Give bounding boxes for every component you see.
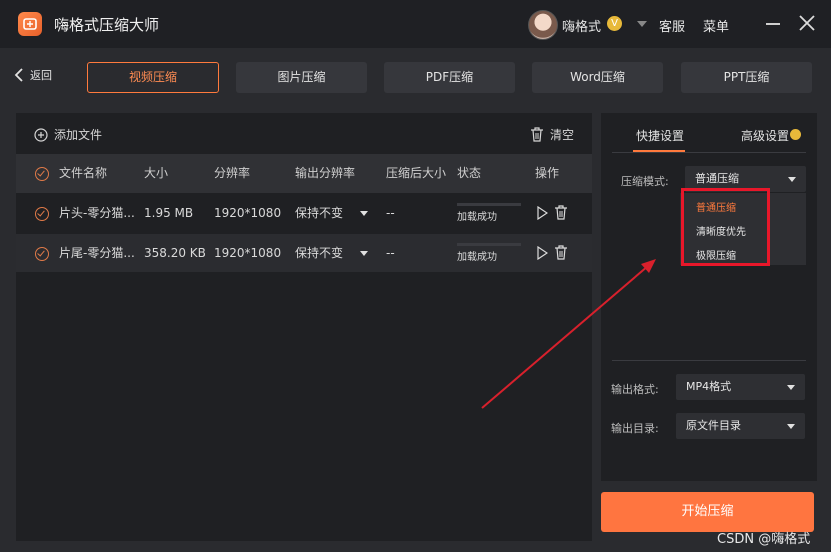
- clear-label: 清空: [550, 128, 575, 142]
- file-size: 358.20 KB: [144, 246, 206, 260]
- username[interactable]: 嗨格式: [562, 16, 601, 35]
- status-text: 加载成功: [457, 212, 497, 223]
- tab-word-compress[interactable]: Word压缩: [532, 62, 663, 93]
- chevron-down-icon: [787, 385, 795, 390]
- row-checkbox[interactable]: [35, 247, 49, 261]
- compress-mode-value: 普通压缩: [695, 172, 739, 185]
- play-icon[interactable]: [536, 246, 548, 260]
- play-icon[interactable]: [536, 206, 548, 220]
- plus-circle-icon: [34, 127, 48, 142]
- annotation-highlight-box: [681, 188, 770, 266]
- close-icon[interactable]: [798, 14, 816, 32]
- row-checkbox[interactable]: [35, 207, 49, 221]
- premium-icon: [790, 129, 801, 140]
- watermark: CSDN @嗨格式: [717, 532, 811, 547]
- output-format-select[interactable]: MP4格式: [676, 374, 805, 400]
- divider: [612, 152, 806, 153]
- menu-button[interactable]: 菜单: [703, 16, 729, 35]
- compress-mode-label: 压缩模式:: [621, 175, 669, 188]
- account-dropdown-icon[interactable]: [637, 21, 647, 27]
- header-filename: 文件名称: [59, 166, 108, 180]
- divider: [612, 360, 806, 361]
- back-label: 返回: [30, 69, 52, 82]
- header-size: 大小: [144, 166, 169, 180]
- table-row[interactable]: 片尾-零分猫... 358.20 KB 1920*1080 保持不变 -- 加载…: [16, 234, 592, 272]
- app-title: 嗨格式压缩大师: [54, 16, 160, 34]
- output-format-label: 输出格式:: [611, 383, 659, 396]
- tab-quick-settings[interactable]: 快捷设置: [636, 127, 684, 144]
- compressed-size: --: [386, 246, 395, 260]
- chevron-left-icon: [14, 68, 23, 82]
- status-text: 加载成功: [457, 252, 497, 263]
- start-compress-button[interactable]: 开始压缩: [601, 492, 814, 532]
- tab-pdf-compress[interactable]: PDF压缩: [384, 62, 515, 93]
- trash-icon: [531, 127, 543, 142]
- output-dir-value: 原文件目录: [686, 419, 741, 432]
- trash-icon[interactable]: [554, 205, 568, 220]
- add-file-label: 添加文件: [54, 128, 103, 142]
- avatar[interactable]: [528, 10, 558, 40]
- app-logo-icon: [18, 12, 42, 36]
- progress-bar: [457, 203, 521, 206]
- chevron-down-icon: [788, 177, 796, 182]
- header-output-resolution: 输出分辨率: [295, 166, 356, 180]
- clear-button[interactable]: 清空: [530, 126, 574, 143]
- file-resolution: 1920*1080: [214, 206, 282, 220]
- tab-advanced-settings[interactable]: 高级设置: [741, 127, 789, 144]
- compressed-size: --: [386, 206, 395, 220]
- chevron-down-icon[interactable]: [360, 211, 368, 216]
- output-dir-label: 输出目录:: [611, 422, 659, 435]
- active-tab-indicator: [633, 150, 685, 152]
- tab-image-compress[interactable]: 图片压缩: [236, 62, 367, 93]
- progress-bar: [457, 243, 521, 246]
- chevron-down-icon: [787, 424, 795, 429]
- output-format-value: MP4格式: [686, 380, 732, 393]
- select-all-checkbox[interactable]: [35, 167, 49, 181]
- tab-ppt-compress[interactable]: PPT压缩: [681, 62, 812, 93]
- file-size: 1.95 MB: [144, 206, 194, 220]
- output-dir-select[interactable]: 原文件目录: [676, 413, 805, 439]
- output-resolution-select[interactable]: 保持不变: [295, 234, 343, 272]
- add-file-button[interactable]: 添加文件: [34, 126, 102, 143]
- file-name: 片尾-零分猫...: [59, 246, 135, 260]
- vip-badge-icon: V: [607, 16, 622, 31]
- header-actions: 操作: [535, 166, 560, 180]
- back-button[interactable]: 返回: [14, 67, 52, 83]
- table-row[interactable]: 片头-零分猫... 1.95 MB 1920*1080 保持不变 -- 加载成功: [16, 194, 592, 232]
- customer-service-button[interactable]: 客服: [659, 16, 685, 35]
- tab-video-compress[interactable]: 视频压缩: [87, 62, 219, 93]
- header-resolution: 分辨率: [214, 166, 251, 180]
- header-compressed-size: 压缩后大小: [386, 166, 447, 180]
- minimize-icon[interactable]: [766, 23, 780, 25]
- file-resolution: 1920*1080: [214, 246, 282, 260]
- header-status: 状态: [457, 166, 482, 180]
- file-name: 片头-零分猫...: [59, 206, 135, 220]
- table-header: 文件名称 大小 分辨率 输出分辨率 压缩后大小 状态 操作: [16, 154, 592, 193]
- trash-icon[interactable]: [554, 245, 568, 260]
- output-resolution-select[interactable]: 保持不变: [295, 194, 343, 232]
- chevron-down-icon[interactable]: [360, 251, 368, 256]
